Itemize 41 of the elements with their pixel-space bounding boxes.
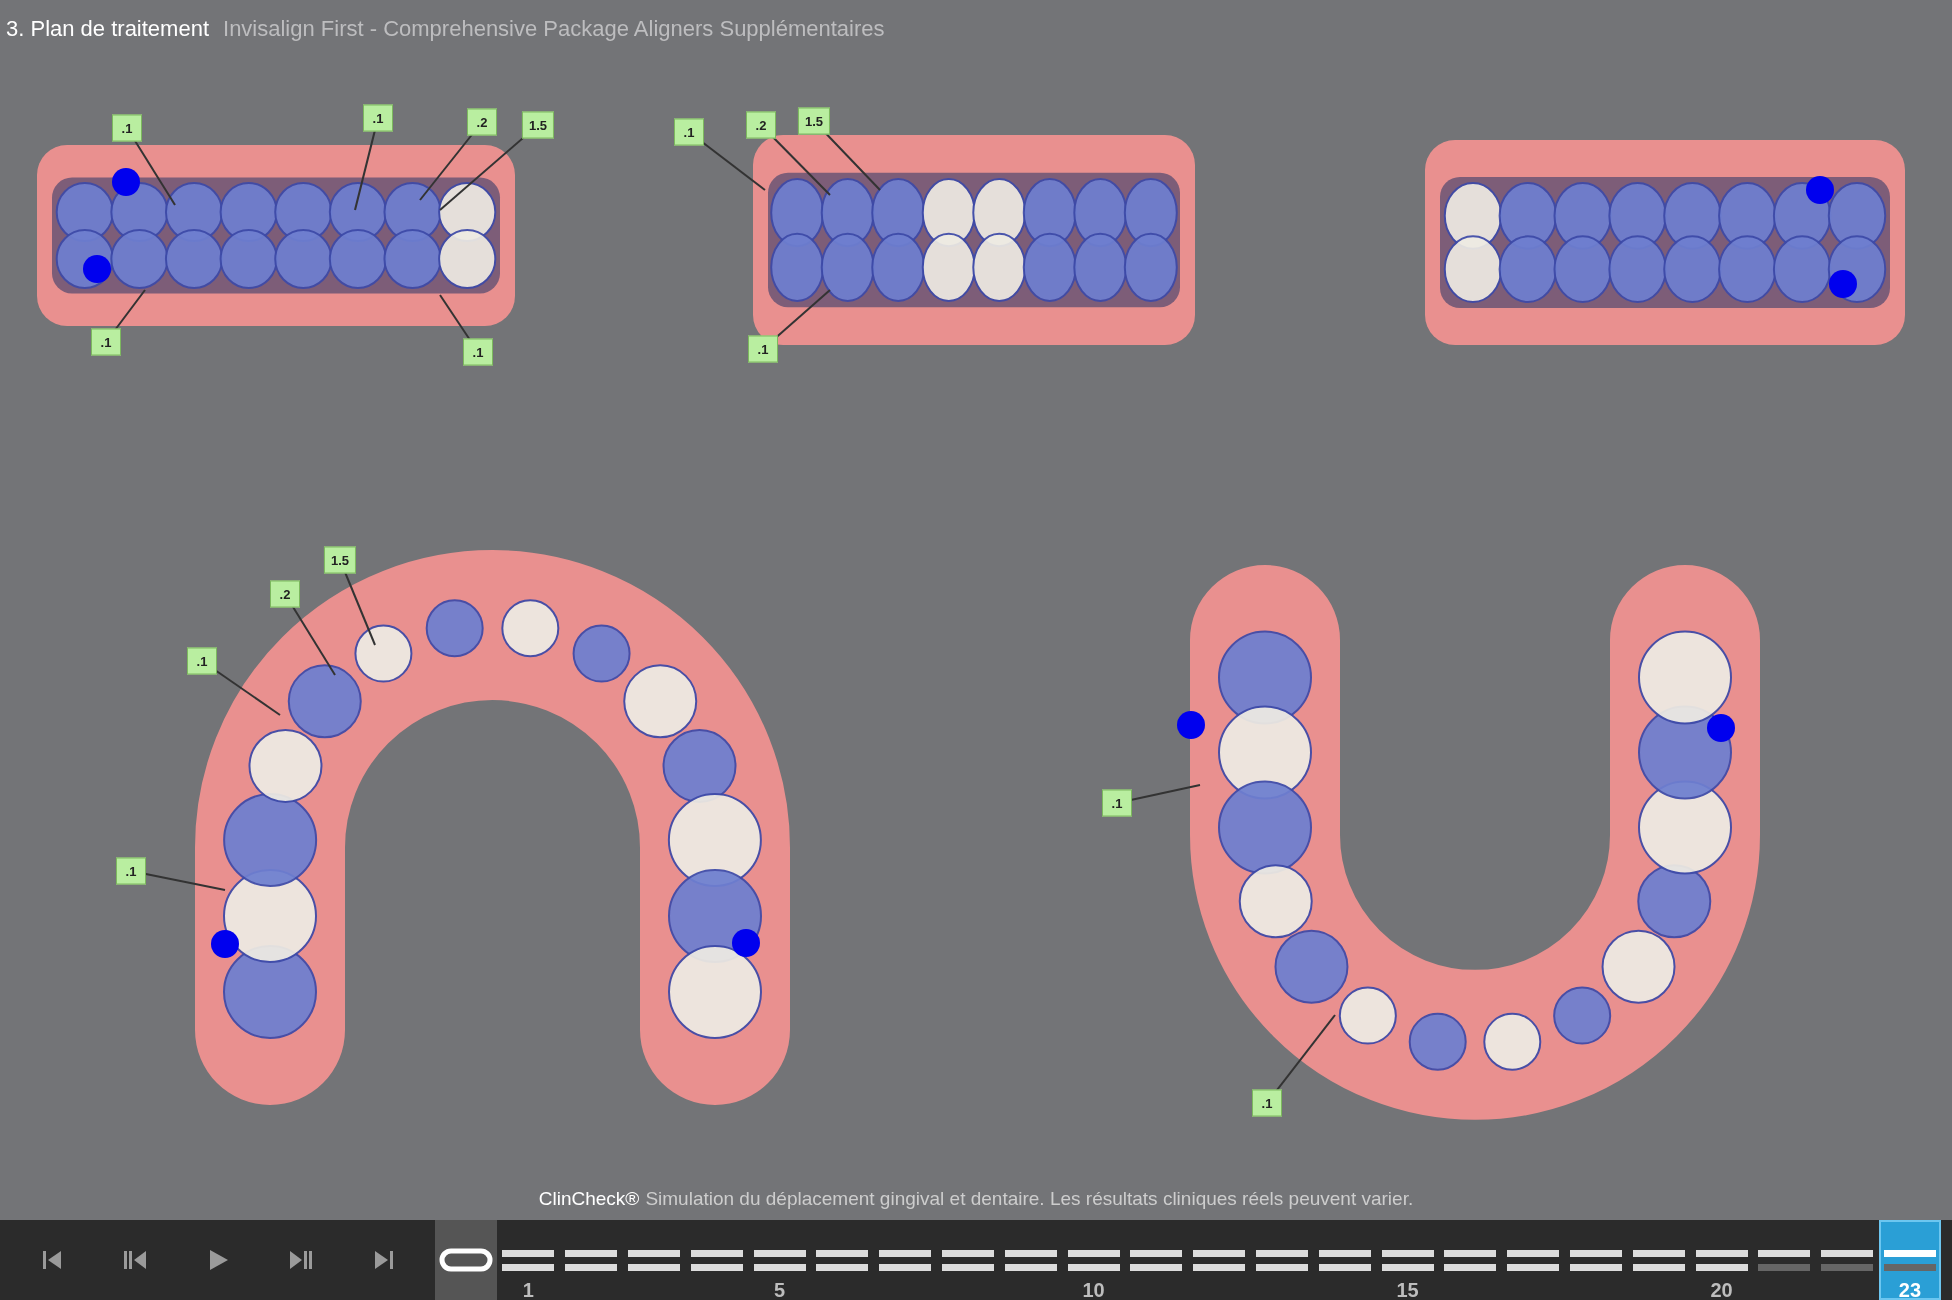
measurement-tag: .1 [187, 647, 217, 675]
measurement-tag: .1 [91, 328, 121, 356]
measurement-tag: .1 [1252, 1089, 1282, 1117]
marker-dot [83, 255, 111, 283]
stage-tab[interactable]: 20 [1690, 1220, 1753, 1300]
treatment-name: Invisalign First - Comprehensive Package Aligners Supplémentaires [223, 16, 885, 42]
measurement-tag: 1.5 [323, 546, 357, 574]
marker-dot [1177, 711, 1205, 739]
measurement-tag: .1 [463, 338, 493, 366]
stage-tab[interactable]: 5 [748, 1220, 811, 1300]
marker-dot [1707, 714, 1735, 742]
start-stage[interactable] [435, 1220, 497, 1300]
pill-icon [439, 1248, 493, 1272]
marker-dot [112, 168, 140, 196]
measurement-tag: .1 [112, 114, 142, 142]
disclaimer-text: Simulation du déplacement gingival et dentaire. Les résultats cliniques réels peuvent varier. [645, 1188, 1414, 1210]
stage-number: 23 [1898, 1279, 1922, 1300]
measurement-tag: .1 [363, 104, 393, 132]
measurement-tag: .2 [467, 108, 497, 136]
marker-dot [732, 929, 760, 957]
marker-dot [1806, 176, 1834, 204]
stage-number: 10 [1082, 1279, 1105, 1300]
measurement-tag: .2 [270, 580, 300, 608]
measurement-tag: 1.5 [521, 111, 555, 139]
measurement-tag: .1 [748, 335, 778, 363]
brand-name: ClinCheck® [538, 1188, 640, 1210]
measurement-tag: .2 [746, 111, 776, 139]
step-title: 3. Plan de traitement [6, 16, 209, 42]
marker-dot [1829, 270, 1857, 298]
stage-number: 15 [1396, 1279, 1419, 1300]
measurement-tag: .1 [1102, 789, 1132, 817]
stage-tab[interactable]: 10 [1062, 1220, 1125, 1300]
stage-number: 5 [774, 1279, 786, 1300]
stage-tab[interactable]: 1 [497, 1220, 560, 1300]
measurement-tag: .1 [674, 118, 704, 146]
measurement-tag: .1 [116, 857, 146, 885]
stage-tab[interactable]: 15 [1376, 1220, 1439, 1300]
measurement-tag: 1.5 [797, 107, 831, 135]
marker-dot [211, 930, 239, 958]
stage-number: 1 [522, 1279, 534, 1300]
stage-number: 20 [1710, 1279, 1733, 1300]
